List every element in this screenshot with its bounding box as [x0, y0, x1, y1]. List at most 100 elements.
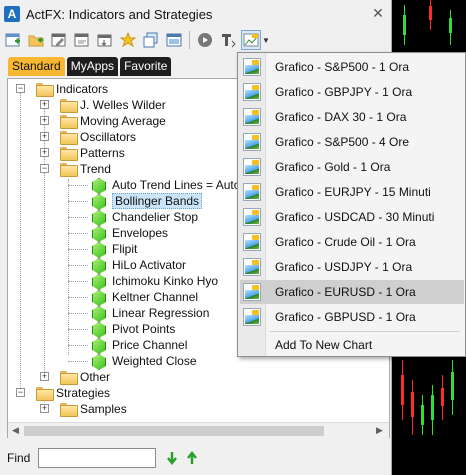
add-to-chart-icon[interactable] [241, 30, 261, 50]
expand-toggle-samples[interactable]: + [40, 404, 49, 413]
tree-label: Indicators [56, 82, 109, 96]
menu-item-label: Grafico - S&P500 - 1 Ora [275, 60, 410, 74]
indicator-cube-icon [90, 258, 106, 272]
chart-icon [243, 58, 261, 76]
close-icon[interactable]: ✕ [370, 5, 386, 21]
menu-item-chart-gold-1h[interactable]: Grafico - Gold - 1 Ora [240, 155, 464, 179]
tree-folder-samples[interactable]: Samples [60, 401, 127, 417]
chart-icon [243, 233, 261, 251]
folder-icon [60, 403, 78, 417]
scrollbar-thumb[interactable] [24, 426, 324, 436]
expand-toggle-j-welles[interactable]: + [40, 100, 49, 109]
tree-label: Chandelier Stop [112, 210, 199, 224]
edit-icon[interactable] [49, 30, 69, 50]
find-input[interactable] [38, 447, 157, 468]
favorite-star-icon[interactable] [118, 30, 138, 50]
new-indicator-icon[interactable] [3, 30, 23, 50]
chart-icon [243, 108, 261, 126]
chart-icon [243, 283, 261, 301]
menu-item-label: Grafico - GBPUSD - 1 Ora [275, 310, 416, 324]
tree-item-pivot-points[interactable]: Pivot Points [90, 321, 175, 337]
expand-toggle-other[interactable]: + [40, 372, 49, 381]
tree-item-chandelier-stop[interactable]: Chandelier Stop [90, 209, 198, 225]
menu-item-chart-eurusd-1h[interactable]: Grafico - EURUSD - 1 Ora [240, 280, 464, 304]
chart-icon [243, 258, 261, 276]
tree-item-linear-regression[interactable]: Linear Regression [90, 305, 209, 321]
tree-item-bollinger-bands[interactable]: Bollinger Bands [90, 193, 203, 209]
horizontal-scrollbar[interactable]: ◀ ▶ [8, 422, 389, 438]
menu-item-chart-dax30-1h[interactable]: Grafico - DAX 30 - 1 Ora [240, 105, 464, 129]
folder-icon [60, 163, 78, 177]
expand-toggle-moving-average[interactable]: + [40, 116, 49, 125]
menu-item-chart-sp500-4h[interactable]: Grafico - S&P500 - 4 Ore [240, 130, 464, 154]
tree-label: Patterns [80, 146, 125, 160]
tree-folder-patterns[interactable]: Patterns [60, 145, 125, 161]
menu-item-label: Grafico - USDJPY - 1 Ora [275, 260, 413, 274]
tree-label: Other [80, 370, 111, 384]
expand-toggle-patterns[interactable]: + [40, 148, 49, 157]
folder-icon [36, 83, 54, 97]
actfx-logo-icon: A [4, 6, 20, 22]
tree-item-keltner-channel[interactable]: Keltner Channel [90, 289, 198, 305]
tree-item-weighted-close[interactable]: Weighted Close [90, 353, 197, 369]
folder-icon [60, 371, 78, 385]
edit-alt-icon[interactable] [72, 30, 92, 50]
tab-standard[interactable]: Standard [8, 57, 65, 76]
indicator-cube-icon [90, 338, 106, 352]
title-bar: A ActFX: Indicators and Strategies [0, 0, 391, 28]
tree-item-flipit[interactable]: Flipit [90, 241, 137, 257]
tree-folder-other[interactable]: Other [60, 369, 110, 385]
find-previous-up-icon[interactable] [184, 450, 200, 466]
window-title: ActFX: Indicators and Strategies [26, 6, 213, 22]
menu-item-chart-usdjpy-1h[interactable]: Grafico - USDJPY - 1 Ora [240, 255, 464, 279]
menu-item-add-to-new-chart[interactable]: Add To New Chart [240, 333, 464, 357]
menu-item-chart-crude-oil-1h[interactable]: Grafico - Crude Oil - 1 Ora [240, 230, 464, 254]
tree-folder-trend[interactable]: Trend [60, 161, 111, 177]
tree-item-price-channel[interactable]: Price Channel [90, 337, 187, 353]
expand-toggle-oscillators[interactable]: + [40, 132, 49, 141]
open-folder-icon[interactable] [26, 30, 46, 50]
chart-icon [243, 158, 261, 176]
tree-item-hilo-activator[interactable]: HiLo Activator [90, 257, 186, 273]
tree-item-envelopes[interactable]: Envelopes [90, 225, 168, 241]
scroll-right-icon[interactable]: ▶ [376, 425, 383, 436]
window-icon[interactable] [164, 30, 184, 50]
collapse-toggle-strategies[interactable]: − [16, 388, 25, 397]
tree-folder-indicators[interactable]: Indicators [36, 81, 108, 97]
run-icon[interactable] [195, 30, 215, 50]
collapse-toggle-trend[interactable]: − [40, 164, 49, 173]
menu-item-chart-gbpusd-1h[interactable]: Grafico - GBPUSD - 1 Ora [240, 305, 464, 329]
scroll-left-icon[interactable]: ◀ [12, 425, 19, 436]
tree-label: Linear Regression [112, 306, 210, 320]
import-icon[interactable] [95, 30, 115, 50]
tree-folder-strategies[interactable]: Strategies [36, 385, 110, 401]
collapse-toggle-indicators[interactable]: − [16, 84, 25, 93]
menu-item-chart-sp500-1h[interactable]: Grafico - S&P500 - 1 Ora [240, 55, 464, 79]
find-next-down-icon[interactable] [164, 450, 180, 466]
tree-folder-oscillators[interactable]: Oscillators [60, 129, 136, 145]
indicator-cube-icon [90, 306, 106, 320]
text-tool-icon[interactable] [218, 30, 238, 50]
tree-label: Flipit [112, 242, 138, 256]
tab-myapps[interactable]: MyApps [66, 57, 119, 76]
tree-folder-moving-average[interactable]: Moving Average [60, 113, 166, 129]
tab-favorite[interactable]: Favorite [120, 57, 172, 76]
copy-icon[interactable] [141, 30, 161, 50]
indicator-cube-icon [90, 274, 106, 288]
indicator-cube-icon [90, 242, 106, 256]
folder-icon [60, 99, 78, 113]
tree-label: Ichimoku Kinko Hyo [112, 274, 219, 288]
tree-item-ichimoku[interactable]: Ichimoku Kinko Hyo [90, 273, 218, 289]
menu-item-chart-eurjpy-15m[interactable]: Grafico - EURJPY - 15 Minuti [240, 180, 464, 204]
tree-item-auto-trend-lines[interactable]: Auto Trend Lines = Auto T [90, 177, 251, 193]
chevron-down-icon[interactable]: ▼ [262, 36, 270, 45]
indicator-cube-icon [90, 178, 106, 192]
menu-item-label: Grafico - DAX 30 - 1 Ora [275, 110, 407, 124]
tree-label: Weighted Close [112, 354, 197, 368]
tree-label: Trend [80, 162, 111, 176]
toolbar: ▼ [0, 28, 391, 52]
tree-label: Pivot Points [112, 322, 176, 336]
tree-folder-j-welles-wilder[interactable]: J. Welles Wilder [60, 97, 166, 113]
menu-item-chart-usdcad-30m[interactable]: Grafico - USDCAD - 30 Minuti [240, 205, 464, 229]
menu-item-chart-gbpjpy-1h[interactable]: Grafico - GBPJPY - 1 Ora [240, 80, 464, 104]
